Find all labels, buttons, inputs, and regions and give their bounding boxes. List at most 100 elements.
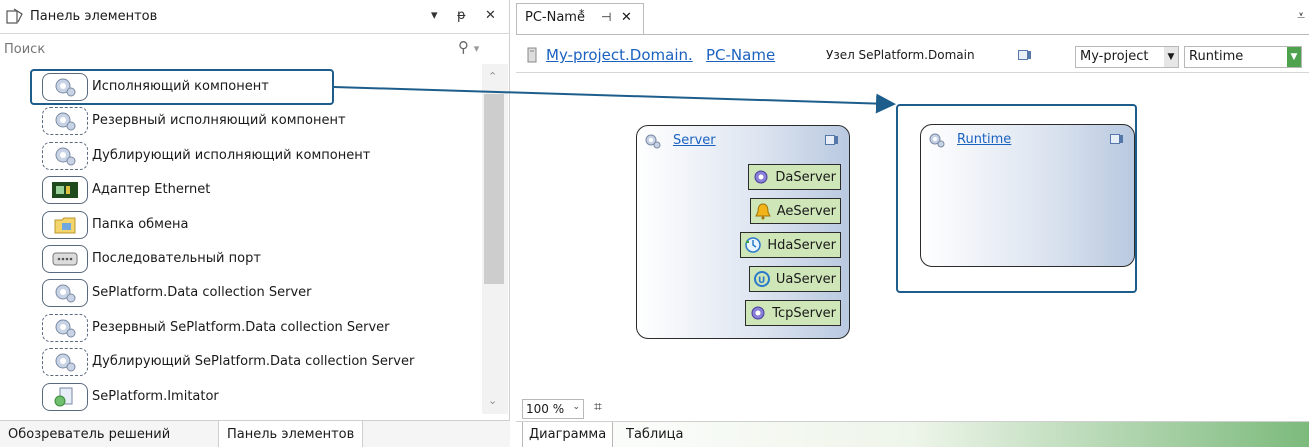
toolbox-item-label: Исполняющий компонент: [92, 79, 269, 94]
pin-icon[interactable]: ⊣: [601, 10, 611, 24]
node-properties-icon[interactable]: [825, 135, 839, 145]
gear-icon: [751, 167, 771, 187]
service-label: UaServer: [775, 271, 836, 287]
service-item[interactable]: AeServer: [749, 198, 841, 224]
scroll-up-icon[interactable]: ⌃: [488, 70, 497, 83]
node-properties-icon[interactable]: [1018, 50, 1032, 60]
component-icon: [42, 141, 88, 170]
component-icon: [645, 134, 661, 149]
toolbox-search: ⚲ ▾: [0, 36, 510, 62]
close-icon[interactable]: ✕: [621, 10, 632, 25]
chevron-down-icon[interactable]: ⌄: [572, 402, 580, 412]
toolbox-item[interactable]: Папка обмена: [42, 209, 482, 241]
toolbox-item[interactable]: Последовательный порт: [42, 243, 482, 275]
toolbox-item[interactable]: SePlatform.Data collection Server: [42, 277, 482, 309]
serial-port-icon: [42, 245, 88, 273]
zoom-select[interactable]: 100 % ⌄: [522, 399, 584, 419]
toolbox-pin-button[interactable]: ᵽ: [457, 8, 466, 23]
service-item[interactable]: TcpServer: [745, 300, 841, 326]
component-icon: [42, 348, 88, 377]
tab-diagram[interactable]: Диаграмма: [522, 422, 614, 447]
toolbox-item[interactable]: Резервный исполняющий компонент: [42, 105, 482, 137]
toolbox-item-label: Адаптер Ethernet: [92, 182, 211, 198]
tab-toolbox[interactable]: Панель элементов: [218, 421, 364, 447]
navigation-bar: My-project.Domain. PC-Name Узел SePlatfo…: [516, 35, 1309, 73]
toolbox-item-label: Папка обмена: [92, 216, 189, 232]
document-tab[interactable]: PC-Name * ⊣ ✕: [516, 3, 644, 34]
toolbox-menu-button[interactable]: ▾: [431, 8, 438, 23]
node-type-label: Узел SePlatform.Domain: [826, 48, 975, 62]
diagram-canvas[interactable]: Server DaServer AeServer HdaServer U UaServe…: [520, 74, 1309, 394]
runtime-select[interactable]: Runtime ▼: [1184, 46, 1302, 68]
bell-icon: [753, 201, 773, 221]
component-icon: [42, 313, 88, 342]
pc-icon: [527, 47, 537, 63]
toolbox-item[interactable]: Исполняющий компонент: [42, 71, 482, 103]
node-properties-icon[interactable]: [1110, 134, 1124, 144]
service-label: TcpServer: [772, 305, 836, 321]
chevron-down-icon[interactable]: ▼: [1164, 47, 1178, 67]
diagram-status-bar: 100 % ⌄ ⌗: [516, 393, 1309, 421]
component-icon: [42, 73, 88, 101]
modified-marker: *: [579, 7, 585, 20]
toolbox-title: Панель элементов: [30, 9, 158, 24]
service-label: HdaServer: [767, 237, 836, 253]
tab-table[interactable]: Таблица: [620, 422, 690, 447]
svg-text:U: U: [758, 276, 765, 286]
toolbox-item-label: Резервный SePlatform.Data collection Ser…: [92, 319, 390, 335]
search-icon[interactable]: ⚲ ▾: [458, 38, 479, 56]
tab-solution-explorer[interactable]: Обозреватель решений: [0, 421, 178, 447]
document-tab-label: PC-Name: [525, 10, 585, 25]
toolbox-item-label: SePlatform.Data collection Server: [92, 285, 312, 301]
toolbox-icon: [6, 8, 23, 24]
fit-to-window-icon[interactable]: ⌗: [594, 399, 602, 415]
toolbox-scrollbar[interactable]: ⌃ ⌄: [482, 64, 508, 414]
runtime-node-title[interactable]: Runtime: [957, 132, 1011, 147]
toolbox-item[interactable]: Адаптер Ethernet: [42, 174, 482, 206]
view-tabs: Диаграмма Таблица: [516, 421, 1309, 447]
toolbox-item-label: Резервный исполняющий компонент: [92, 113, 346, 129]
scroll-down-icon[interactable]: ⌄: [488, 394, 497, 407]
search-dropdown-icon[interactable]: ▾: [474, 42, 480, 55]
service-item[interactable]: HdaServer: [740, 232, 841, 258]
toolbox-item[interactable]: Дублирующий исполняющий компонент: [42, 140, 482, 172]
search-input[interactable]: [4, 38, 424, 60]
gear-icon: [748, 303, 768, 323]
component-icon: [42, 107, 88, 136]
project-select[interactable]: My-project ▼: [1075, 46, 1179, 68]
scroll-thumb[interactable]: [484, 94, 504, 284]
project-select-value: My-project: [1080, 49, 1149, 64]
runtime-node[interactable]: Runtime: [920, 124, 1135, 267]
toolbox-item-label: Последовательный порт: [92, 251, 261, 266]
toolbox-item-label: SePlatform.Imitator: [92, 388, 219, 404]
toolbox-item[interactable]: SePlatform.Imitator: [42, 381, 482, 413]
zoom-value: 100 %: [526, 402, 565, 416]
chevron-down-icon[interactable]: ▼: [1287, 47, 1301, 67]
server-node-title[interactable]: Server: [673, 133, 716, 148]
component-icon: [929, 133, 945, 148]
toolbox-close-button[interactable]: ✕: [485, 8, 496, 23]
imitator-icon: [42, 382, 88, 411]
runtime-select-value: Runtime: [1189, 49, 1244, 64]
service-item[interactable]: U UaServer: [748, 266, 841, 292]
toolbox-item[interactable]: Резервный SePlatform.Data collection Ser…: [42, 312, 482, 344]
breadcrumb-pc-name[interactable]: PC-Name: [706, 46, 775, 64]
component-icon: [42, 279, 88, 308]
toolbox-item-label: Дублирующий исполняющий компонент: [92, 147, 371, 163]
service-label: DaServer: [775, 169, 836, 185]
left-bottom-tabs: Обозреватель решений Панель элементов: [0, 420, 510, 447]
toolbox-panel: Панель элементов ▾ ᵽ ✕ ⚲ ▾ Исполняющий к…: [0, 0, 510, 447]
ua-icon: U: [752, 269, 772, 289]
designer-panel: PC-Name * ⊣ ✕ ⩡ My-project.Domain. PC-Na…: [516, 0, 1309, 447]
ethernet-adapter-icon: [42, 176, 88, 205]
server-node[interactable]: Server DaServer AeServer HdaServer U UaServe…: [636, 125, 850, 339]
toolbox-title-bar: Панель элементов ▾ ᵽ ✕: [0, 0, 510, 34]
toolbox-item[interactable]: Дублирующий SePlatform.Data collection S…: [42, 346, 482, 378]
breadcrumb-domain[interactable]: My-project.Domain.: [546, 46, 693, 64]
service-item[interactable]: DaServer: [748, 164, 841, 190]
exchange-folder-icon: [42, 210, 88, 239]
service-label: AeServer: [776, 203, 836, 219]
history-icon: [743, 235, 763, 255]
tab-dropdown-icon[interactable]: ⩡: [1297, 8, 1305, 24]
toolbox-item-label: Дублирующий SePlatform.Data collection S…: [92, 354, 415, 370]
